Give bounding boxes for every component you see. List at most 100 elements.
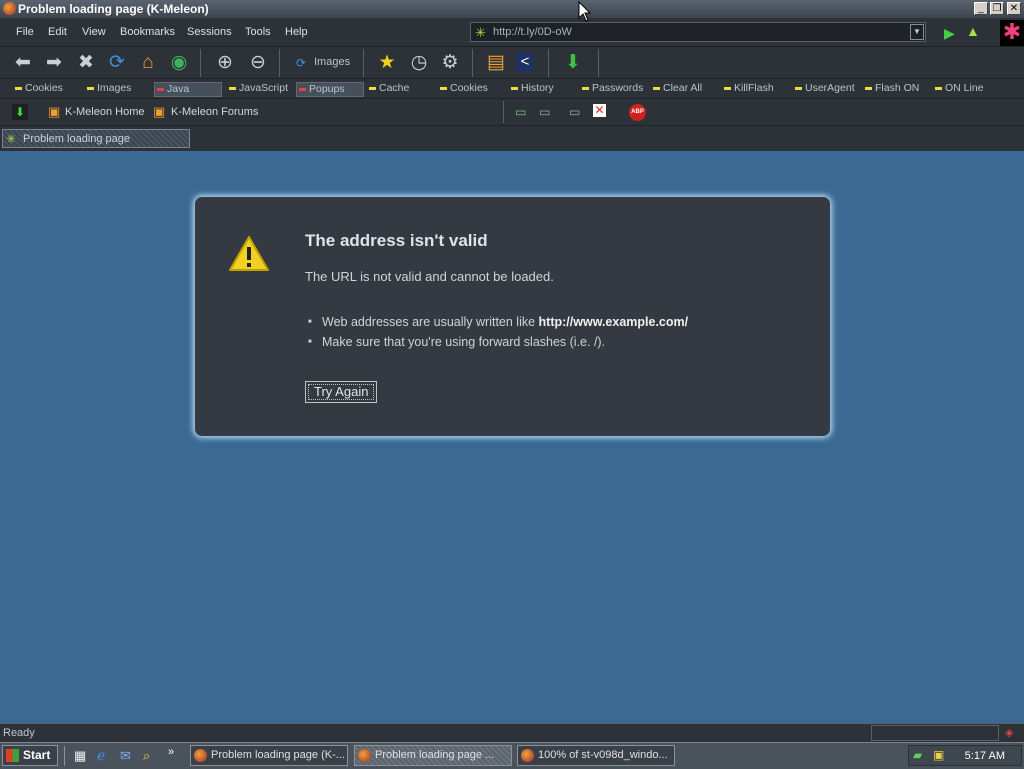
warning-icon [229,236,269,271]
error-title: The address isn't valid [305,231,488,250]
toolbar-separator [472,49,473,77]
page-content: The address isn't valid The URL is not v… [0,151,1024,723]
taskbar-item-download[interactable]: 100% of st-v098d_windo... [517,745,675,766]
toolbar-separator [200,49,201,77]
menu-edit[interactable]: Edit [48,26,67,38]
privacy-cookies-clear[interactable]: Cookies [438,82,490,95]
try-again-button[interactable]: Try Again [305,381,378,403]
start-button[interactable]: Start [2,745,58,766]
download-manager-icon[interactable]: ⬇ [12,104,28,120]
show-desktop-icon[interactable]: ▦ [74,748,86,764]
view-source-icon[interactable]: < [516,52,534,72]
bookmarks-bar: ⬇ ▣ K-Meleon Home ▣ K-Meleon Forums ▭ ▭ … [0,98,1024,126]
kmeleon-icon [521,749,534,762]
stop-icon[interactable]: ✖ [75,52,97,74]
address-bar[interactable]: ✳ http://t.ly/0D-oW ▼ [470,22,926,42]
privacy-java[interactable]: Java [154,82,222,97]
menu-view[interactable]: View [82,26,106,38]
zoom-in-icon[interactable]: ⊕ [214,52,236,74]
navigation-toolbar: ⬅ ➡ ✖ ⟳ ⌂ ◉ ⊕ ⊖ ⟳ Images ★ ◷ ⚙ ▤ < ⬇ [0,46,1024,79]
privacy-clear-all[interactable]: Clear All [651,82,704,95]
title-bar: Problem loading page (K-Meleon) _ ❐ ✕ [0,0,1024,18]
network-icon[interactable]: ▰ [913,748,922,762]
up-icon[interactable]: ▲ [966,23,980,39]
system-tray: ▰ ▣ 5:17 AM [908,745,1022,766]
app-icon [3,2,16,15]
toolbar-separator [503,101,504,123]
download-icon[interactable]: ⬇ [562,52,584,74]
privacy-useragent[interactable]: UserAgent [793,82,857,95]
quicklaunch-expand-icon[interactable]: » [168,746,174,758]
privacy-javascript[interactable]: JavaScript [227,82,290,95]
go-icon[interactable]: ▶ [944,25,955,42]
tray-app-icon[interactable]: ▣ [933,748,944,762]
menu-help[interactable]: Help [285,26,308,38]
privacy-cache[interactable]: Cache [367,82,411,95]
privacy-popups[interactable]: Popups [296,82,364,97]
home-icon[interactable]: ⌂ [137,52,159,74]
tab-loading-icon: ✳ [6,132,17,146]
taskbar-item-kmeleon-active[interactable]: Problem loading page ... [354,745,512,766]
security-icon: ◈ [1005,727,1014,739]
outlook-icon[interactable]: ✉ [120,748,131,764]
history-clock-icon[interactable]: ◷ [408,52,430,74]
example-url: http://www.example.com/ [538,315,689,329]
clock: 5:17 AM [964,750,1005,762]
toolbar-separator [363,49,364,77]
toolbar-separator [279,49,280,77]
error-card: The address isn't valid The URL is not v… [195,197,830,436]
privacy-history[interactable]: History [509,82,556,95]
close-button[interactable]: ✕ [1007,2,1021,15]
address-dropdown-button[interactable]: ▼ [910,24,924,40]
bookmark-star-icon[interactable]: ★ [376,52,398,74]
toolbar-separator [548,49,549,77]
bookmark-page-icon: ▣ [153,104,166,119]
search-icon[interactable]: ⌕ [143,748,150,764]
privacy-cookies[interactable]: Cookies [13,82,65,95]
status-progress-pane [871,725,999,741]
taskbar-item-kmeleon[interactable]: Problem loading page (K-... [190,745,348,766]
adblock-icon[interactable]: ABP [629,104,646,121]
back-icon[interactable]: ⬅ [12,52,34,74]
menu-file[interactable]: File [16,26,34,38]
reload-icon[interactable]: ⟳ [106,52,128,74]
new-tab-icon[interactable]: ▭ [569,105,580,119]
taskbar: Start ▦ ℯ ✉ ⌕ » Problem loading page (K-… [0,742,1024,769]
address-input[interactable]: http://t.ly/0D-oW [493,26,572,38]
kmeleon-icon [358,749,371,762]
privacy-flash-on[interactable]: Flash ON [863,82,921,95]
windows-logo-icon [6,749,19,762]
privacy-killflash[interactable]: KillFlash [722,82,776,95]
restore-button[interactable]: ❐ [990,2,1004,15]
save-page-icon[interactable]: ▭ [515,105,526,119]
privacy-passwords[interactable]: Passwords [580,82,645,95]
mouse-cursor-icon [578,1,592,22]
open-page-icon[interactable]: ▭ [539,105,550,119]
bookmark-kmeleon-home[interactable]: K-Meleon Home [65,106,144,118]
zoom-out-icon[interactable]: ⊖ [247,52,269,74]
globe-icon[interactable]: ◉ [168,52,190,74]
menu-bookmarks[interactable]: Bookmarks [120,26,175,38]
close-tab-icon[interactable]: ✕ [593,104,606,117]
privacy-bar: Cookies Images Java JavaScript Popups Ca… [0,78,1024,99]
settings-gear-icon[interactable]: ⚙ [439,52,461,74]
images-toggle-button[interactable]: Images [314,56,350,68]
images-toggle-icon: ⟳ [296,56,307,70]
internet-explorer-icon[interactable]: ℯ [97,747,105,764]
privacy-images[interactable]: Images [85,82,133,95]
menu-tools[interactable]: Tools [245,26,271,38]
bookmark-kmeleon-forums[interactable]: K-Meleon Forums [171,106,258,118]
menu-sessions[interactable]: Sessions [187,26,232,38]
list-item: Make sure that you're using forward slas… [308,332,688,352]
list-item: Web addresses are usually written like h… [308,312,689,332]
tab-problem-loading[interactable]: ✳ Problem loading page [2,129,190,148]
tab-bar: ✳ Problem loading page [0,125,1024,152]
page-info-icon[interactable]: ▤ [485,52,507,74]
forward-icon[interactable]: ➡ [43,52,65,74]
toolbar-separator [598,49,599,77]
minimize-button[interactable]: _ [974,2,988,15]
taskbar-separator [64,746,65,766]
kmeleon-icon [194,749,207,762]
status-text: Ready [3,727,35,739]
privacy-online[interactable]: ON Line [933,82,986,95]
